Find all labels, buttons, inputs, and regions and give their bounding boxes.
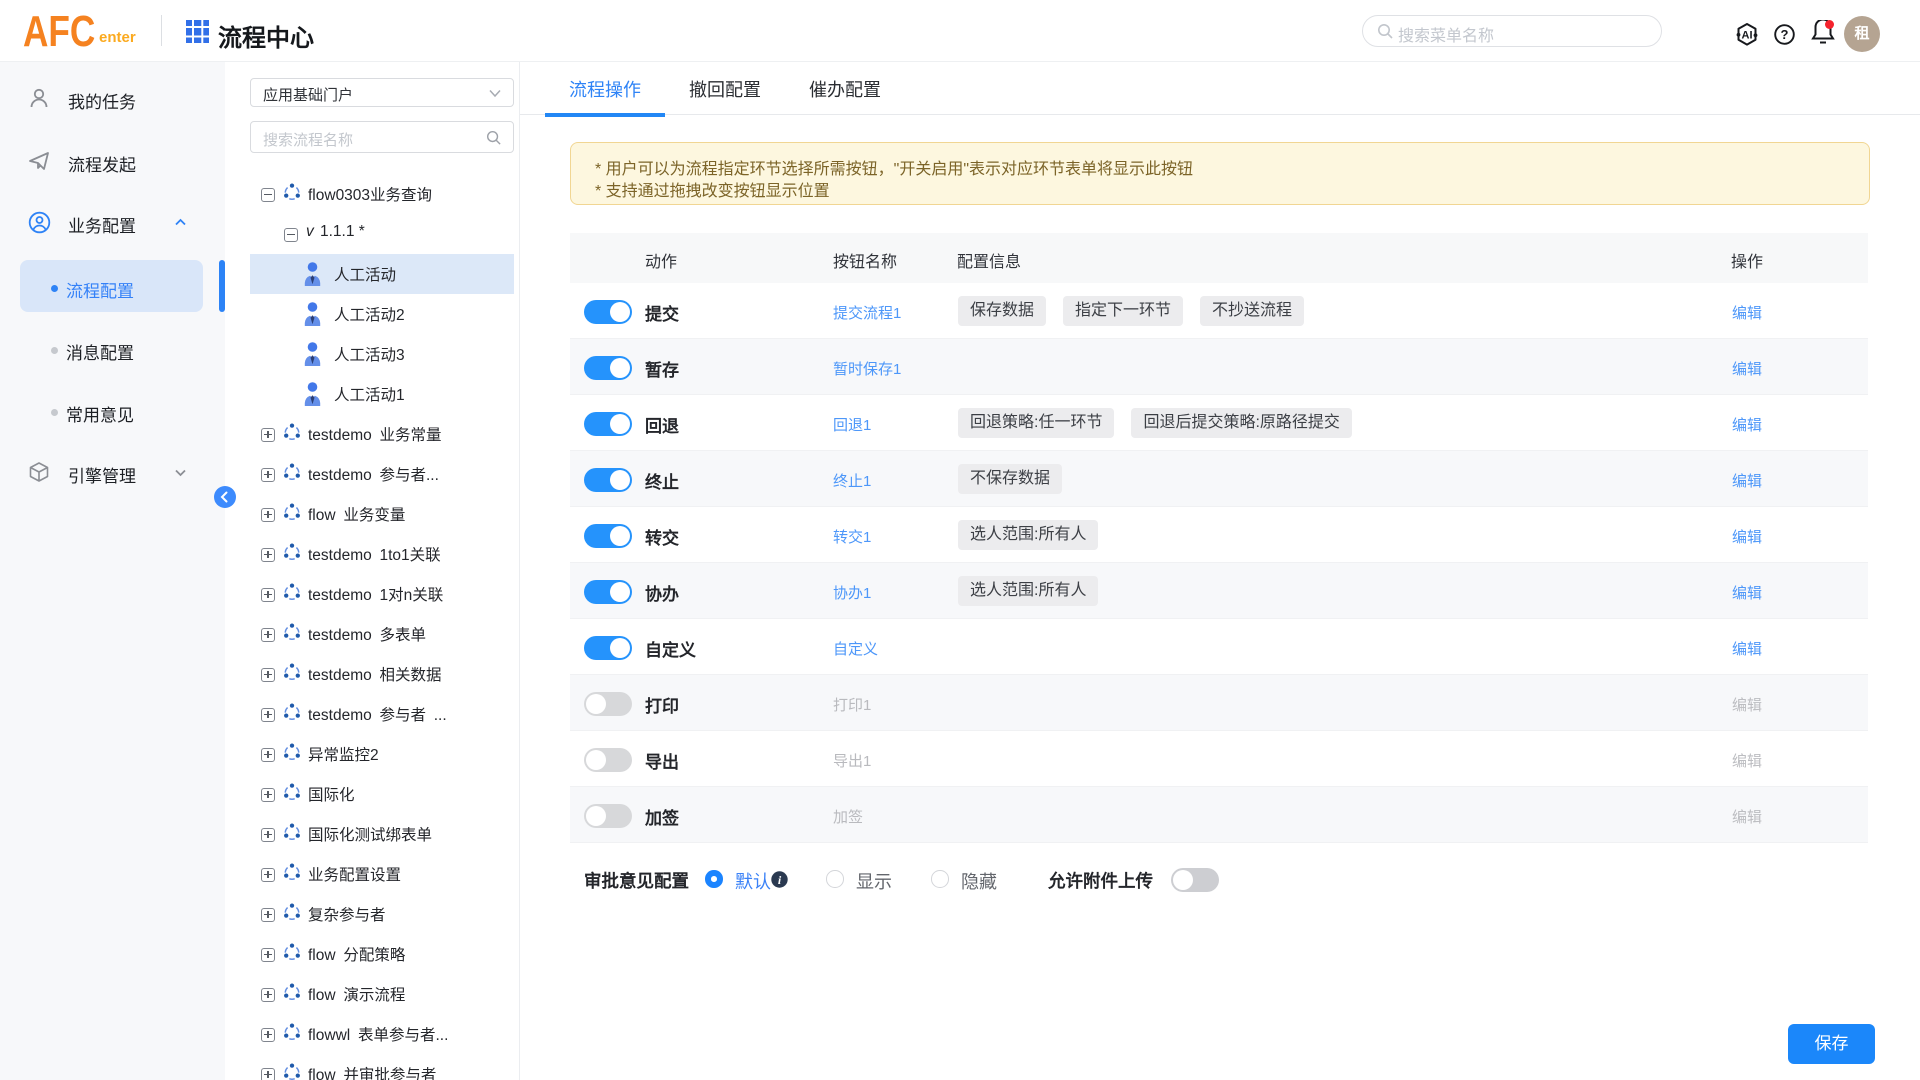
svg-text:?: ?: [1781, 27, 1789, 42]
svg-text:AI: AI: [1742, 30, 1753, 42]
